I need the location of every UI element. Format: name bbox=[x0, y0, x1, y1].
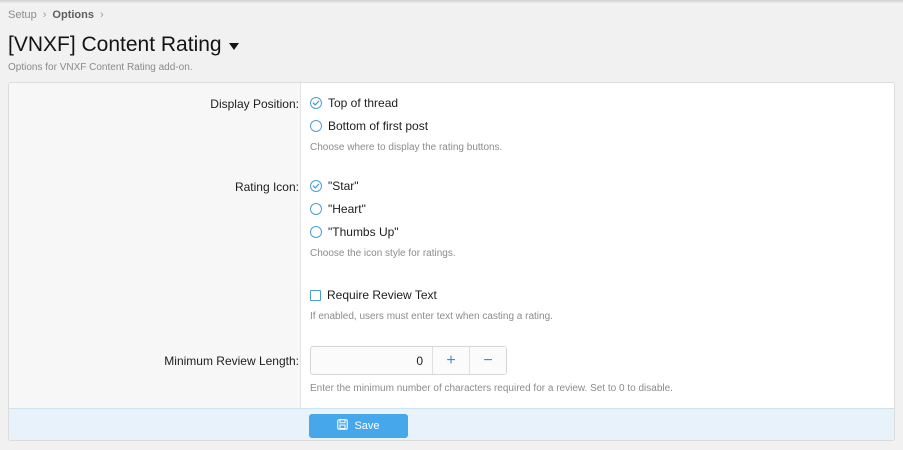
check-circle-icon[interactable] bbox=[310, 97, 322, 109]
breadcrumb-separator: › bbox=[99, 9, 104, 21]
min-review-length-stepper: 0 + − bbox=[310, 346, 507, 375]
radio-thumbs-up[interactable]: "Thumbs Up" bbox=[310, 225, 399, 239]
require-review-checkbox-row[interactable]: Require Review Text bbox=[310, 288, 437, 302]
radio-star[interactable]: "Star" bbox=[310, 179, 359, 193]
decrement-button[interactable]: − bbox=[469, 347, 506, 374]
page-title-text: [VNXF] Content Rating bbox=[8, 33, 222, 56]
checkbox[interactable] bbox=[310, 289, 321, 301]
save-button-label: Save bbox=[354, 420, 380, 432]
save-button[interactable]: Save bbox=[309, 414, 408, 438]
caret-down-icon[interactable] bbox=[228, 42, 239, 50]
breadcrumb-separator: › bbox=[42, 9, 47, 21]
radio-label: Top of thread bbox=[328, 96, 399, 110]
checkbox-label: Require Review Text bbox=[327, 288, 437, 302]
top-edge bbox=[0, 0, 903, 3]
require-review-hint: If enabled, users must enter text when c… bbox=[310, 311, 553, 322]
page-description: Options for VNXF Content Rating add-on. bbox=[8, 62, 193, 73]
min-review-length-label: Minimum Review Length: bbox=[164, 354, 299, 368]
display-position-hint: Choose where to display the rating butto… bbox=[310, 142, 503, 153]
increment-button[interactable]: + bbox=[432, 347, 469, 374]
radio-heart[interactable]: "Heart" bbox=[310, 202, 366, 216]
form-footer: Save bbox=[9, 408, 894, 440]
breadcrumb-options[interactable]: Options bbox=[52, 9, 94, 21]
breadcrumb: Setup › Options › bbox=[8, 9, 104, 21]
radio-label: "Star" bbox=[328, 179, 359, 193]
min-review-length-input[interactable]: 0 bbox=[311, 347, 432, 374]
display-position-label: Display Position: bbox=[210, 97, 299, 111]
floppy-disk-icon bbox=[337, 419, 349, 433]
radio-top-of-thread[interactable]: Top of thread bbox=[310, 96, 398, 110]
radio-label: Bottom of first post bbox=[328, 119, 429, 133]
min-review-length-hint: Enter the minimum number of characters r… bbox=[310, 383, 673, 394]
rating-icon-hint: Choose the icon style for ratings. bbox=[310, 248, 456, 259]
options-panel: Display Position: Top of thread Bottom o… bbox=[8, 82, 895, 441]
breadcrumb-setup[interactable]: Setup bbox=[8, 9, 37, 21]
page-title[interactable]: [VNXF] Content Rating bbox=[8, 33, 239, 57]
radio-circle-icon[interactable] bbox=[310, 226, 322, 238]
radio-circle-icon[interactable] bbox=[310, 203, 322, 215]
radio-circle-icon[interactable] bbox=[310, 120, 322, 132]
rating-icon-label: Rating Icon: bbox=[234, 180, 299, 194]
radio-label: "Thumbs Up" bbox=[328, 225, 399, 239]
check-circle-icon[interactable] bbox=[310, 180, 322, 192]
radio-bottom-of-first-post[interactable]: Bottom of first post bbox=[310, 119, 428, 133]
radio-label: "Heart" bbox=[328, 202, 366, 216]
